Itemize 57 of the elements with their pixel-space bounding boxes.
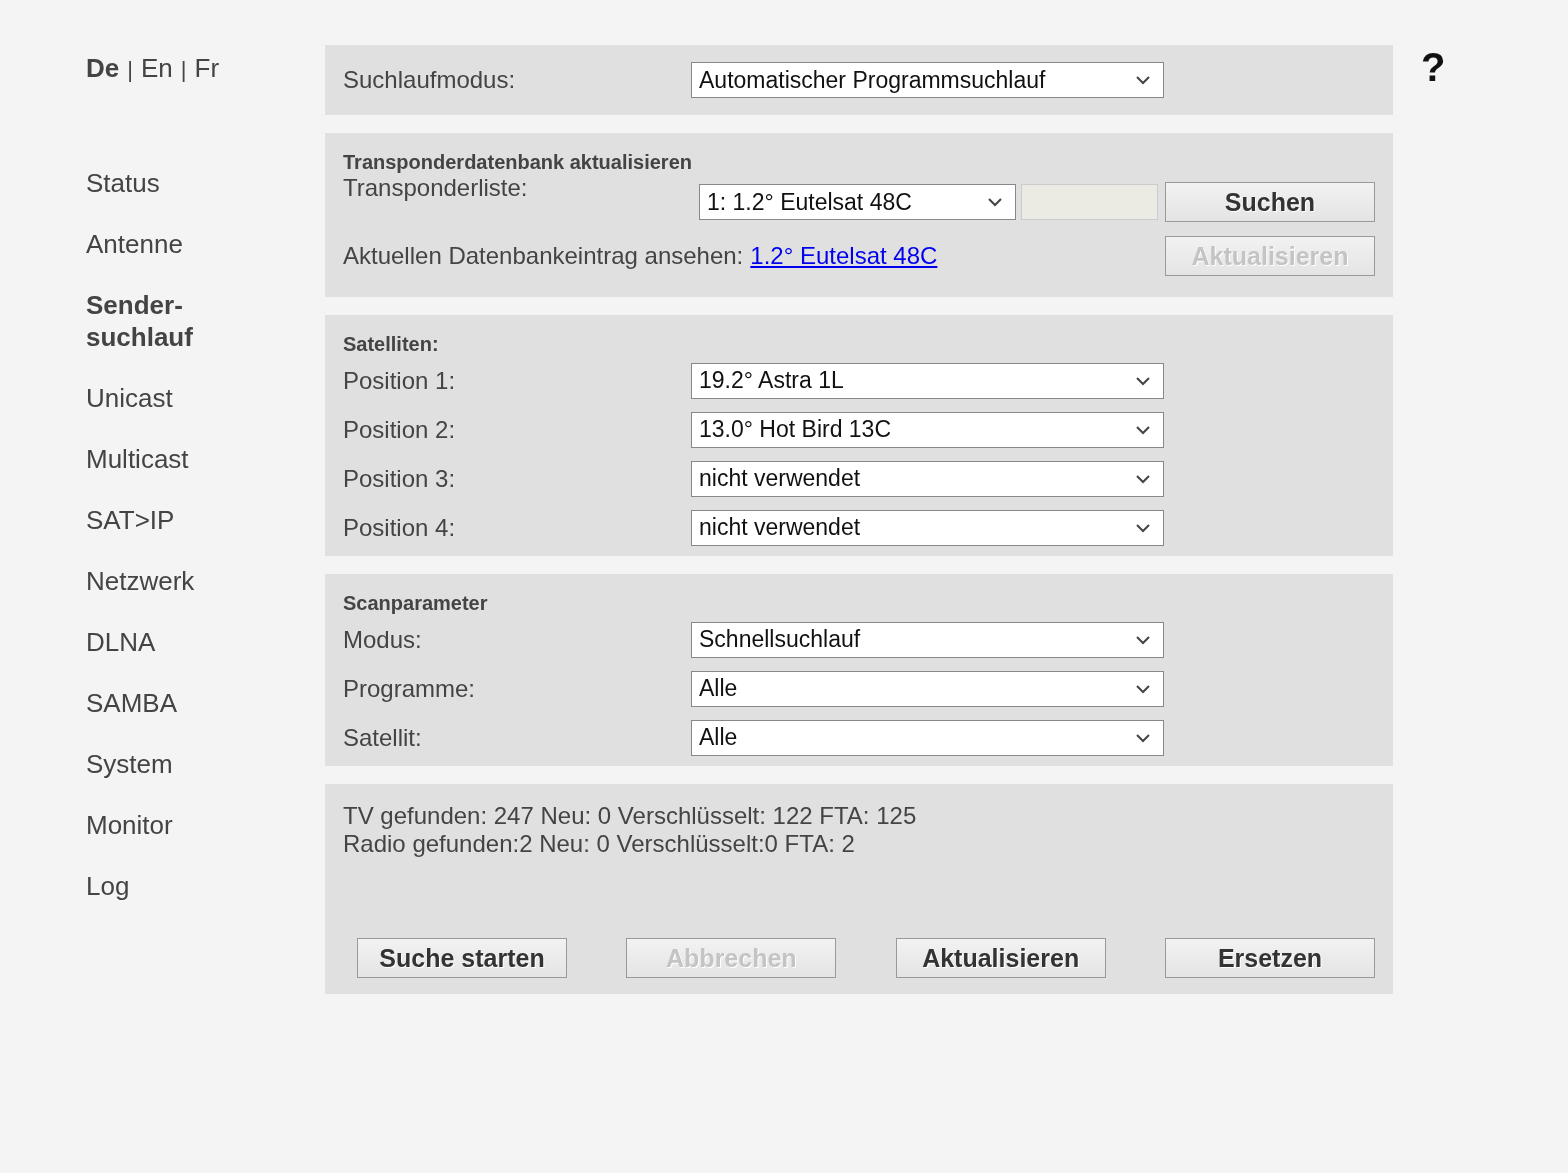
dropdown[interactable]: Schnellsuchlauf — [691, 621, 1164, 658]
nav-item[interactable]: DLNA — [86, 612, 256, 673]
dropdown[interactable]: 1: 1.2° Eutelsat 48C — [699, 184, 1016, 220]
action-button[interactable]: Ersetzen — [1165, 938, 1375, 978]
section-title: Transponderdatenbank aktualisieren — [343, 151, 693, 174]
chevron-down-icon — [1135, 424, 1151, 435]
view-entry-label: Aktuellen Datenbankeintrag ansehen: — [343, 242, 744, 270]
field-label: Transponderliste: — [343, 174, 529, 202]
entry-link[interactable]: 1.2° Eutelsat 48C — [750, 242, 938, 270]
nav-item[interactable]: SAT>IP — [86, 490, 256, 551]
dropdown[interactable]: Alle — [691, 670, 1164, 707]
nav-item[interactable]: Sender-suchlauf — [86, 275, 256, 368]
action-button[interactable]: Aktualisieren — [895, 938, 1106, 978]
field-label: Position 2: — [343, 415, 457, 444]
nav-item[interactable]: Multicast — [86, 429, 256, 490]
chevron-down-icon — [1135, 732, 1151, 743]
nav-item[interactable]: Log — [86, 856, 256, 917]
field-label: Programme: — [343, 674, 477, 703]
dropdown[interactable]: Alle — [691, 719, 1164, 756]
nav-item[interactable]: Unicast — [86, 368, 256, 429]
field-label: Modus: — [343, 625, 423, 654]
dropdown[interactable]: Automatischer Programmsuchlauf — [691, 62, 1164, 98]
input-field[interactable] — [1021, 184, 1158, 220]
search-button[interactable]: Suchen — [1165, 182, 1375, 222]
language-separator: | — [180, 57, 187, 83]
result-text: Radio gefunden:2 Neu: 0 Verschlüsselt:0 FTA: 2 — [343, 830, 856, 858]
nav-item[interactable]: System — [86, 734, 256, 795]
dropdown[interactable]: nicht verwendet — [691, 460, 1164, 497]
field-label: Position 1: — [343, 366, 457, 395]
language-link[interactable]: En — [140, 53, 173, 84]
result-text: TV gefunden: 247 Neu: 0 Verschlüsselt: 122 FTA: 125 — [343, 802, 918, 830]
chevron-down-icon — [987, 197, 1003, 207]
nav-item[interactable]: Antenne — [86, 214, 256, 275]
nav-item[interactable]: Netzwerk — [86, 551, 256, 612]
chevron-down-icon — [1135, 634, 1151, 645]
field-label: Satellit: — [343, 723, 423, 752]
chevron-down-icon — [1135, 522, 1151, 533]
chevron-down-icon — [1135, 473, 1151, 484]
nav-item[interactable]: Status — [86, 153, 256, 214]
chevron-down-icon — [1135, 683, 1151, 694]
help-link[interactable]: ? — [1421, 45, 1446, 1173]
field-label: Position 4: — [343, 513, 457, 542]
nav-item[interactable]: Monitor — [86, 795, 256, 856]
nav-item[interactable]: SAMBA — [86, 673, 256, 734]
section-title: Satelliten: — [343, 333, 440, 356]
language-link[interactable]: Fr — [194, 53, 220, 84]
dropdown[interactable]: 13.0° Hot Bird 13C — [691, 411, 1164, 448]
chevron-down-icon — [1135, 375, 1151, 386]
chevron-down-icon — [1135, 75, 1151, 85]
language-separator: | — [127, 57, 133, 83]
dropdown[interactable]: 19.2° Astra 1L — [691, 362, 1164, 399]
action-button[interactable]: Suche starten — [357, 938, 567, 978]
dropdown[interactable]: nicht verwendet — [691, 509, 1164, 546]
language-link[interactable]: De — [86, 53, 120, 84]
field-label: Position 3: — [343, 464, 457, 493]
field-label: Suchlaufmodus: — [343, 66, 517, 94]
section-title: Scanparameter — [343, 592, 489, 615]
